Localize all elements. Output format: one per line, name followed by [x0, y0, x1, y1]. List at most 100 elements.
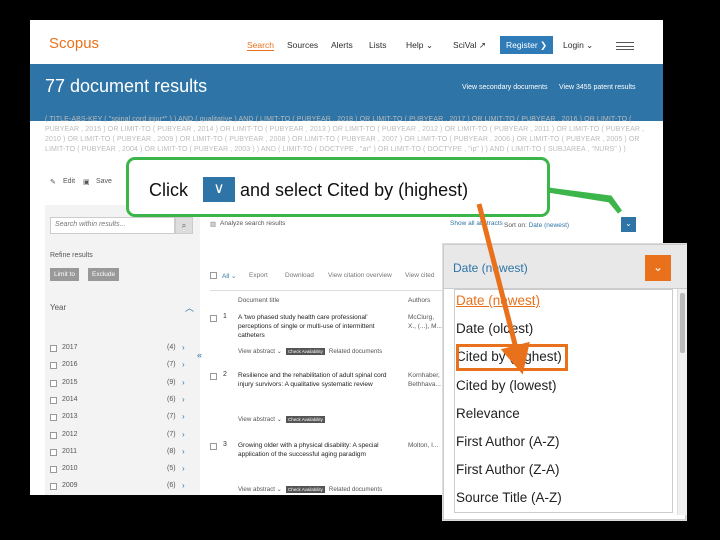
- nav-search[interactable]: Search: [247, 40, 274, 51]
- sort-option[interactable]: Cited by (lowest): [456, 378, 557, 393]
- year-checkbox[interactable]: [50, 448, 57, 456]
- year-filter-row[interactable]: 2015 (9) ›: [50, 378, 195, 390]
- save-link[interactable]: Save: [96, 178, 112, 185]
- year-count: (9): [167, 378, 176, 386]
- year-checkbox[interactable]: [50, 396, 57, 404]
- chevron-right-icon[interactable]: ›: [182, 412, 185, 421]
- sort-select[interactable]: Date (newest) ⌄: [444, 245, 687, 289]
- search-query: ( TITLE-ABS-KEY ( "spinal cord injur*" )…: [45, 116, 645, 153]
- chevron-right-icon[interactable]: ›: [182, 395, 185, 404]
- dropdown-scrollbar[interactable]: [677, 289, 687, 515]
- col-document-title[interactable]: Document title: [238, 297, 280, 304]
- sort-option[interactable]: Date (oldest): [456, 321, 533, 336]
- year-checkbox[interactable]: [50, 483, 57, 491]
- check-availability-badge[interactable]: Check Availability: [285, 486, 325, 493]
- year-filter-row[interactable]: 2012 (7) ›: [50, 430, 195, 442]
- authors-text[interactable]: Molton, I...: [408, 441, 443, 450]
- year-value: 2013: [62, 413, 78, 421]
- document-title-link[interactable]: Resilience and the rehabilitation of adu…: [238, 371, 403, 389]
- nav-alerts[interactable]: Alerts: [331, 40, 353, 50]
- chevron-right-icon[interactable]: ›: [182, 447, 185, 456]
- document-title-link[interactable]: Growing older with a physical disability…: [238, 441, 403, 459]
- chevron-right-icon[interactable]: ›: [182, 343, 185, 352]
- sort-option[interactable]: Relevance: [456, 406, 520, 421]
- edit-icon[interactable]: ✎: [50, 178, 56, 186]
- check-availability-badge[interactable]: Check Availability: [285, 348, 325, 355]
- year-count: (6): [167, 482, 176, 490]
- download-link[interactable]: Download: [285, 272, 314, 279]
- chevron-up-icon[interactable]: ︿: [185, 301, 194, 314]
- year-value: 2010: [62, 465, 78, 473]
- row-actions: View abstract ⌄ Check Availability Related…: [238, 486, 382, 493]
- year-filter-row[interactable]: 2013 (7) ›: [50, 412, 195, 424]
- year-checkbox[interactable]: [50, 466, 57, 474]
- sort-option[interactable]: Source Title (A-Z): [456, 490, 562, 505]
- related-documents-link[interactable]: Related documents: [329, 486, 382, 493]
- year-checkbox[interactable]: [50, 379, 57, 387]
- chevron-right-icon[interactable]: ›: [182, 430, 185, 439]
- authors-text[interactable]: McClurg, X., (...), M...: [408, 313, 443, 331]
- exclude-button[interactable]: Exclude: [88, 268, 120, 281]
- select-all-checkbox[interactable]: [210, 272, 217, 279]
- nav-help[interactable]: Help ⌄: [406, 40, 433, 51]
- collapse-sidebar-icon[interactable]: «: [197, 350, 202, 360]
- nav-scival[interactable]: SciVal ↗: [453, 40, 486, 51]
- secondary-documents-link[interactable]: View secondary documents: [462, 84, 547, 91]
- sort-option[interactable]: First Author (Z-A): [456, 462, 560, 477]
- year-checkbox[interactable]: [50, 345, 57, 352]
- related-documents-link[interactable]: Related documents: [329, 348, 382, 355]
- chevron-right-icon[interactable]: ›: [182, 481, 185, 490]
- analyze-link[interactable]: Analyze search results: [220, 220, 285, 227]
- sort-option[interactable]: Date (newest): [456, 293, 540, 308]
- year-filter-row[interactable]: 2011 (8) ›: [50, 447, 195, 459]
- year-count: (4): [167, 344, 176, 351]
- select-all-menu[interactable]: All ⌄: [222, 272, 236, 280]
- refine-heading: Refine results: [50, 252, 93, 259]
- chevron-right-icon[interactable]: ›: [182, 360, 185, 369]
- chevron-down-icon[interactable]: ⌄: [645, 255, 671, 281]
- show-all-abstracts[interactable]: Show all abstracts: [450, 220, 503, 227]
- login-menu[interactable]: Login ⌄: [563, 40, 593, 51]
- col-authors[interactable]: Authors: [408, 297, 430, 304]
- row-checkbox[interactable]: [210, 373, 217, 380]
- authors-text[interactable]: Kornhaber, Bethhava...: [408, 371, 443, 389]
- year-checkbox[interactable]: [50, 414, 57, 422]
- scopus-logo[interactable]: Scopus: [49, 35, 99, 52]
- year-checkbox[interactable]: [50, 431, 57, 439]
- year-filter-row[interactable]: 2010 (5) ›: [50, 464, 195, 476]
- export-link[interactable]: Export: [249, 272, 268, 279]
- sort-option[interactable]: First Author (A-Z): [456, 434, 560, 449]
- view-abstract-link[interactable]: View abstract ⌄: [238, 416, 282, 423]
- search-icon[interactable]: ⌕: [175, 217, 193, 234]
- view-cited-link[interactable]: View cited: [405, 272, 435, 279]
- menu-icon[interactable]: [616, 42, 634, 50]
- year-filter-row[interactable]: 2016 (7) ›: [50, 360, 195, 372]
- year-checkbox[interactable]: [50, 362, 57, 370]
- year-value: 2015: [62, 378, 78, 386]
- save-icon[interactable]: ▣: [83, 178, 90, 186]
- document-title-link[interactable]: A 'two phased study health care professi…: [238, 313, 403, 340]
- year-filter-row[interactable]: 2014 (6) ›: [50, 395, 195, 407]
- sort-dropdown-button[interactable]: ⌄: [621, 217, 636, 232]
- row-checkbox[interactable]: [210, 315, 217, 322]
- year-filter-row[interactable]: 2017 (4) ›: [50, 343, 195, 355]
- register-button[interactable]: Register ❯: [500, 36, 553, 54]
- sort-dropdown-zoom: Date (newest) ⌄ Date (newest) Date (oldes…: [443, 244, 687, 520]
- chevron-right-icon[interactable]: ›: [182, 464, 185, 473]
- refine-sidebar: Search within results... ⌕ Refine result…: [45, 205, 200, 495]
- nav-lists[interactable]: Lists: [369, 40, 386, 50]
- nav-sources[interactable]: Sources: [287, 40, 318, 50]
- limit-to-button[interactable]: Limit to: [50, 268, 79, 281]
- check-availability-badge[interactable]: Check Availability: [285, 416, 325, 423]
- year-value: 2016: [62, 361, 78, 369]
- sort-current-value[interactable]: Date (newest): [529, 222, 569, 229]
- view-abstract-link[interactable]: View abstract ⌄: [238, 348, 282, 355]
- edit-link[interactable]: Edit: [63, 178, 75, 185]
- row-checkbox[interactable]: [210, 443, 217, 450]
- patent-results-link[interactable]: View 3455 patent results: [559, 84, 636, 91]
- search-within-input[interactable]: Search within results...: [50, 217, 175, 234]
- year-filter-row[interactable]: 2009 (6) ›: [50, 481, 195, 493]
- citation-overview-link[interactable]: View citation overview: [328, 272, 392, 279]
- view-abstract-link[interactable]: View abstract ⌄: [238, 486, 282, 493]
- chevron-right-icon[interactable]: ›: [182, 378, 185, 387]
